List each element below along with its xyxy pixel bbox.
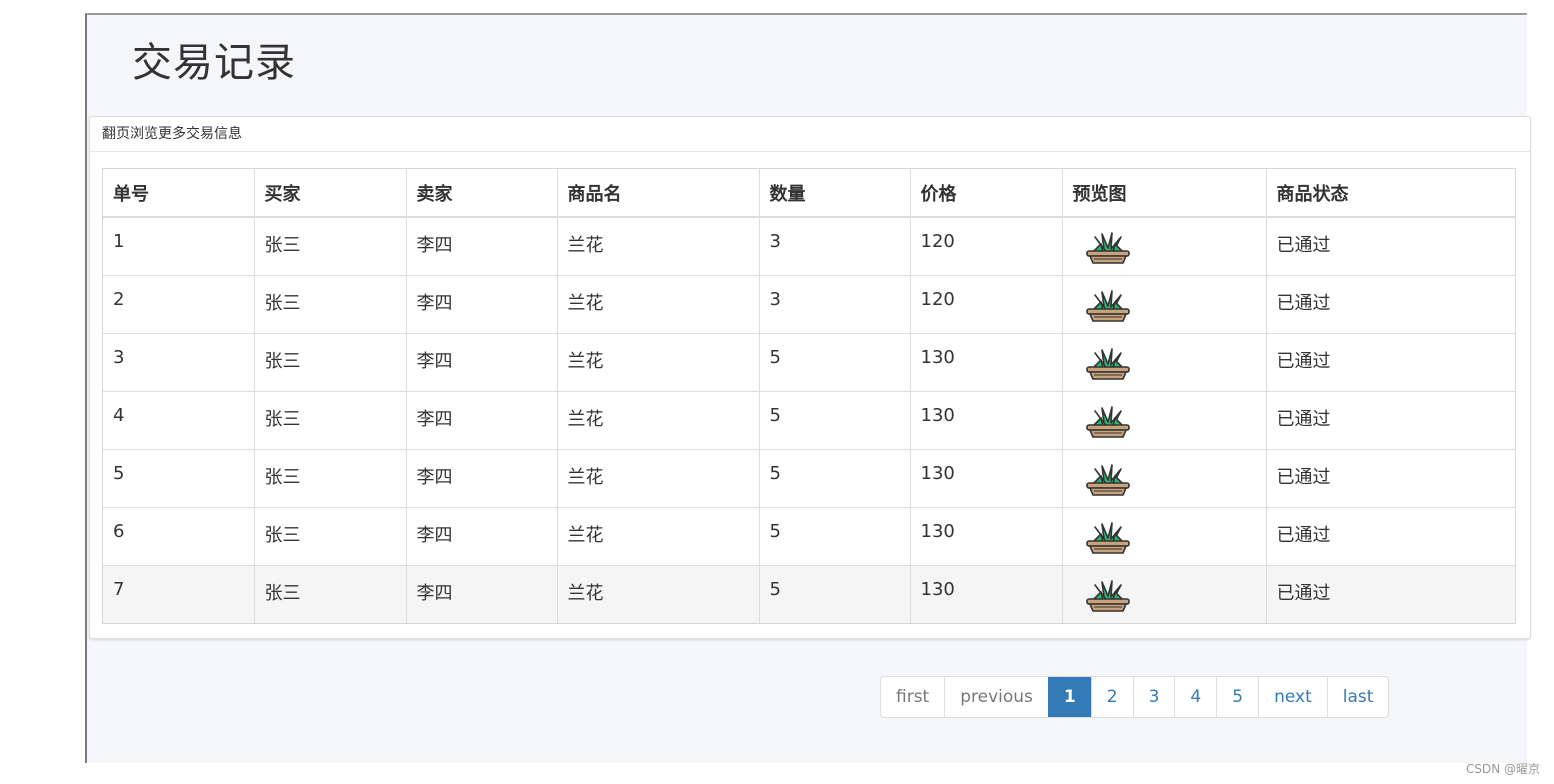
- cell-price: 120: [910, 216, 1063, 275]
- cell-buyer: 张三: [254, 506, 407, 565]
- table-row: 4 张三 李四 兰花 5 130 已通过: [103, 390, 1515, 449]
- cell-seller: 李四: [406, 390, 558, 449]
- header-product-name: 商品名: [557, 169, 760, 218]
- cell-price: 130: [910, 564, 1063, 623]
- cell-quantity: 3: [759, 216, 911, 275]
- records-panel: 翻页浏览更多交易信息 单号 买家 卖家 商品名 数量 价格 预览图 商品状态 1…: [89, 116, 1531, 639]
- cell-seller: 李四: [406, 448, 558, 507]
- cell-buyer: 张三: [254, 216, 407, 275]
- cell-status: 已通过: [1266, 216, 1515, 275]
- potted-plant-icon: [1085, 579, 1256, 618]
- cell-product-name: 兰花: [557, 274, 760, 333]
- cell-seller: 李四: [406, 506, 558, 565]
- pagination-page-3[interactable]: 3: [1132, 677, 1175, 717]
- potted-plant-icon: [1085, 463, 1256, 502]
- cell-preview: [1062, 274, 1267, 333]
- cell-preview: [1062, 506, 1267, 565]
- potted-plant-icon: [1085, 231, 1256, 270]
- header-status: 商品状态: [1266, 169, 1515, 218]
- cell-status: 已通过: [1266, 274, 1515, 333]
- table-row: 7 张三 李四 兰花 5 130 已通过: [103, 564, 1515, 623]
- cell-buyer: 张三: [254, 390, 407, 449]
- cell-buyer: 张三: [254, 564, 407, 623]
- header-price: 价格: [910, 169, 1063, 218]
- cell-seller: 李四: [406, 332, 558, 391]
- cell-preview: [1062, 390, 1267, 449]
- cell-product-name: 兰花: [557, 390, 760, 449]
- pagination-page-2[interactable]: 2: [1090, 677, 1133, 717]
- pagination: first previous 1 2 3 4 5 next last: [880, 676, 1390, 718]
- cell-product-name: 兰花: [557, 506, 760, 565]
- cell-seller: 李四: [406, 216, 558, 275]
- cell-order-id: 1: [103, 216, 255, 275]
- cell-quantity: 3: [759, 274, 911, 333]
- cell-price: 130: [910, 332, 1063, 391]
- potted-plant-icon: [1085, 347, 1256, 386]
- cell-product-name: 兰花: [557, 448, 760, 507]
- cell-price: 130: [910, 448, 1063, 507]
- cell-order-id: 2: [103, 274, 255, 333]
- cell-status: 已通过: [1266, 448, 1515, 507]
- pagination-page-5[interactable]: 5: [1216, 677, 1258, 717]
- cell-product-name: 兰花: [557, 332, 760, 391]
- cell-order-id: 4: [103, 390, 255, 449]
- watermark: CSDN @曜京: [1465, 762, 1540, 776]
- header-buyer: 买家: [254, 169, 407, 218]
- page-frame: 交易记录 翻页浏览更多交易信息 单号 买家 卖家 商品名 数量 价格 预览图 商…: [85, 13, 1531, 763]
- cell-status: 已通过: [1266, 506, 1515, 565]
- cell-preview: [1062, 332, 1267, 391]
- potted-plant-icon: [1085, 521, 1256, 560]
- cell-preview: [1062, 564, 1267, 623]
- cell-quantity: 5: [759, 332, 911, 391]
- cell-buyer: 张三: [254, 274, 407, 333]
- records-table-wrapper: 单号 买家 卖家 商品名 数量 价格 预览图 商品状态 1 张三 李四 兰花 3 120 已…: [102, 168, 1516, 624]
- cell-quantity: 5: [759, 390, 911, 449]
- panel-heading: 翻页浏览更多交易信息: [90, 117, 1530, 152]
- cell-price: 120: [910, 274, 1063, 333]
- table-row: 1 张三 李四 兰花 3 120 已通过: [103, 216, 1515, 275]
- page-title: 交易记录: [132, 40, 296, 86]
- cell-preview: [1062, 448, 1267, 507]
- table-body: 1 张三 李四 兰花 3 120 已通过 2 张三 李四 兰花 3 120 已通过 3 张三 李四 兰花 5 130 已…: [103, 216, 1515, 623]
- table-row: 2 张三 李四 兰花 3 120 已通过: [103, 274, 1515, 333]
- cell-product-name: 兰花: [557, 564, 760, 623]
- cell-price: 130: [910, 390, 1063, 449]
- cell-order-id: 6: [103, 506, 255, 565]
- cell-buyer: 张三: [254, 448, 407, 507]
- pagination-previous-button[interactable]: previous: [944, 677, 1048, 717]
- pagination-next-button[interactable]: next: [1258, 677, 1327, 717]
- cell-product-name: 兰花: [557, 216, 760, 275]
- header-seller: 卖家: [406, 169, 558, 218]
- cell-seller: 李四: [406, 564, 558, 623]
- header-order-id: 单号: [103, 169, 255, 218]
- header-quantity: 数量: [759, 169, 911, 218]
- cell-seller: 李四: [406, 274, 558, 333]
- cell-status: 已通过: [1266, 332, 1515, 391]
- cell-quantity: 5: [759, 564, 911, 623]
- cell-preview: [1062, 216, 1267, 275]
- pagination-page-4[interactable]: 4: [1174, 677, 1216, 717]
- records-table: 单号 买家 卖家 商品名 数量 价格 预览图 商品状态 1 张三 李四 兰花 3 120 已…: [103, 169, 1515, 623]
- table-header-row: 单号 买家 卖家 商品名 数量 价格 预览图 商品状态: [103, 169, 1515, 218]
- pagination-page-1[interactable]: 1: [1047, 677, 1091, 717]
- table-row: 6 张三 李四 兰花 5 130 已通过: [103, 506, 1515, 565]
- cell-order-id: 7: [103, 564, 255, 623]
- table-row: 5 张三 李四 兰花 5 130 已通过: [103, 448, 1515, 507]
- cell-quantity: 5: [759, 506, 911, 565]
- cell-order-id: 3: [103, 332, 255, 391]
- cell-buyer: 张三: [254, 332, 407, 391]
- potted-plant-icon: [1085, 289, 1256, 328]
- table-row: 3 张三 李四 兰花 5 130 已通过: [103, 332, 1515, 391]
- pagination-last-button[interactable]: last: [1326, 677, 1389, 717]
- cell-status: 已通过: [1266, 564, 1515, 623]
- header-preview: 预览图: [1062, 169, 1267, 218]
- cell-status: 已通过: [1266, 390, 1515, 449]
- pagination-first-button[interactable]: first: [881, 677, 944, 717]
- cell-quantity: 5: [759, 448, 911, 507]
- cell-order-id: 5: [103, 448, 255, 507]
- potted-plant-icon: [1085, 405, 1256, 444]
- cell-price: 130: [910, 506, 1063, 565]
